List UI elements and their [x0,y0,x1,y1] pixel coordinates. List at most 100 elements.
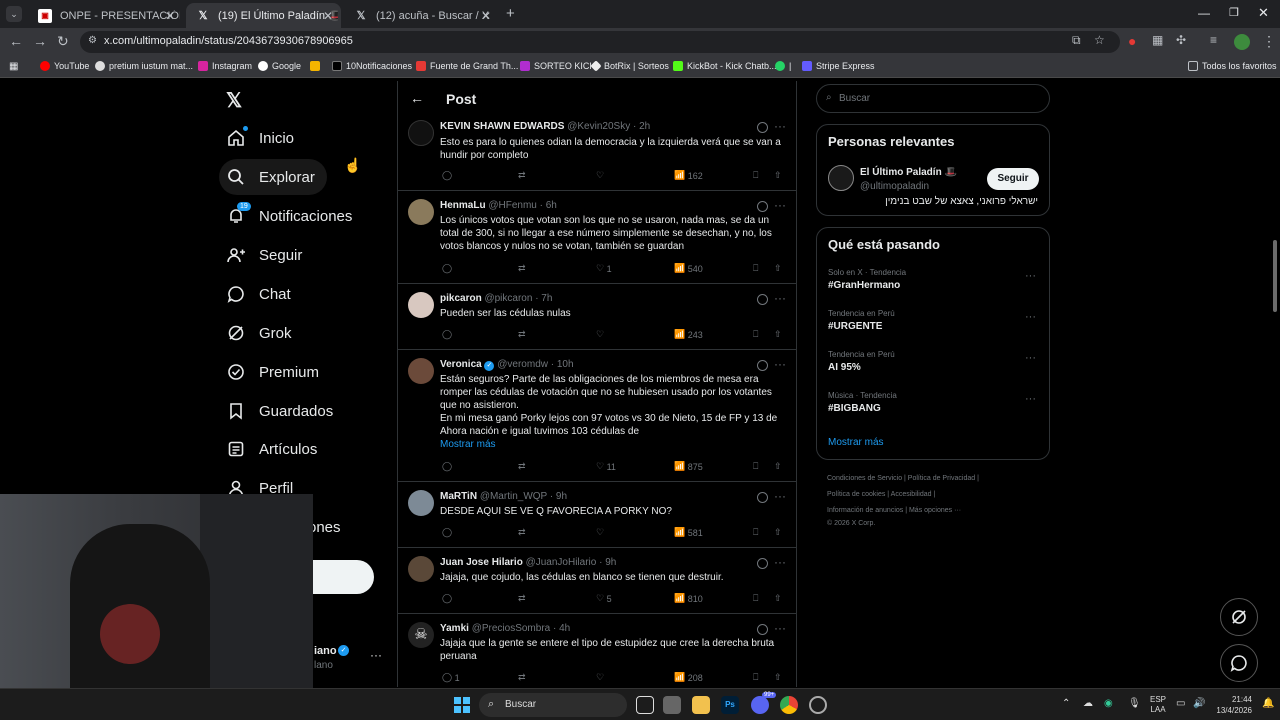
grok-explain-icon[interactable] [757,201,768,212]
reply-icon[interactable]: ◯ [442,170,452,181]
more-dots-icon[interactable]: ··· [774,555,786,569]
author-handle[interactable]: @pikcaron [484,293,532,304]
reply-tweet[interactable]: Veronica ✓ @veromdw · 10h ··· Están segu… [398,350,796,482]
nav-notifications[interactable]: Notificaciones 19 [219,198,352,234]
tray-icon[interactable]: ☁ [1083,698,1093,709]
bookmark-icon[interactable]: ⎕ [753,672,758,683]
tab-onpe[interactable]: ▣ ONPE - PRESENTACIÓN DE RES ✕ [28,3,183,28]
grok-explain-icon[interactable] [757,558,768,569]
reply-icon[interactable]: ◯ [442,329,452,340]
bookmark-icon[interactable]: ⎕ [753,263,758,274]
messages-fab-button[interactable] [1220,644,1258,682]
reply-tweet[interactable]: pikcaron @pikcaron · 7h ··· Pueden ser l… [398,284,796,350]
retweet-icon[interactable]: ⇄ [518,170,526,181]
site-info-icon[interactable]: ⚙ [88,35,97,46]
tweet-time[interactable]: · 4h [553,623,570,634]
author-handle[interactable]: @JuanJoHilario [526,557,597,568]
author-handle[interactable]: @Martin_WQP [480,491,547,502]
like-icon[interactable]: ♡ [596,527,604,538]
like-icon[interactable]: ♡ 11 [596,461,616,472]
show-hidden-icons[interactable]: ⌃ [1062,698,1070,709]
close-tab-icon[interactable]: ✕ [165,9,175,23]
avatar[interactable] [408,490,434,516]
more-dots-icon[interactable]: ··· [1025,311,1036,323]
bookmark-instagram[interactable]: Instagram [198,61,252,71]
bookmark-icon[interactable]: ⎕ [753,170,758,181]
nav-premium[interactable]: Premium [219,354,319,390]
author-handle[interactable]: @Kevin20Sky [567,121,630,132]
like-icon[interactable]: ♡ 1 [596,263,612,274]
reading-list-icon[interactable]: ≡ [1210,33,1217,47]
reply-icon[interactable]: ◯ [442,593,452,604]
reply-icon[interactable]: ◯ [442,461,452,472]
grok-explain-icon[interactable] [757,624,768,635]
bookmark-icon[interactable]: ⎕ [753,527,758,538]
clock[interactable]: 21:44 13/4/2026 [1212,694,1252,716]
more-dots-icon[interactable]: ··· [1025,352,1036,364]
discord-icon[interactable] [751,696,769,714]
more-dots-icon[interactable]: ··· [1025,270,1036,282]
more-dots-icon[interactable]: ··· [774,119,786,133]
profile-avatar[interactable] [1234,34,1250,50]
nav-follow[interactable]: Seguir [219,237,302,273]
microphone-icon[interactable]: 🎙 [1128,698,1141,709]
bookmark-botrix[interactable]: BotRix | Sorteos [590,60,669,72]
network-icon[interactable]: ▭ [1176,698,1185,709]
extension-icon[interactable]: ▦ [1152,33,1163,47]
tweet-time[interactable]: · 9h [599,557,616,568]
like-icon[interactable]: ♡ 5 [596,593,612,604]
x-logo-icon[interactable]: 𝕏 [226,88,242,113]
bookmark-icon[interactable]: ⎕ [753,329,758,340]
views-icon[interactable]: 📶 581 [674,527,703,538]
apps-grid-icon[interactable]: ▦ [9,61,18,72]
like-icon[interactable]: ♡ [596,329,604,340]
volume-icon[interactable]: 🔊 [1193,698,1205,709]
views-icon[interactable]: 📶 208 [674,672,703,683]
tweet-time[interactable]: · 10h [551,359,574,370]
bookmark-youtube[interactable]: YouTube [40,61,89,71]
install-app-icon[interactable]: ⧉ [1072,33,1081,48]
nav-home[interactable]: Inicio [219,120,294,156]
avatar[interactable] [408,120,434,146]
share-icon[interactable]: ⇧ [774,461,782,472]
author-name[interactable]: KEVIN SHAWN EDWARDS [440,121,564,132]
show-more-link[interactable]: Mostrar más [828,437,884,448]
page-scrollbar[interactable] [1272,82,1278,686]
nav-chat[interactable]: Chat [219,276,291,312]
retweet-icon[interactable]: ⇄ [518,329,526,340]
more-dots-icon[interactable]: ··· [774,621,786,635]
reply-tweet[interactable]: KEVIN SHAWN EDWARDS @Kevin20Sky · 2h ···… [398,117,796,191]
avatar[interactable] [828,165,854,191]
author-handle[interactable]: @veromdw [497,359,548,370]
tab-list-button[interactable]: ⌄ [6,6,22,22]
reload-icon[interactable]: ↻ [57,33,69,50]
author-name[interactable]: Yamki [440,623,469,634]
more-dots-icon[interactable]: ··· [1025,393,1036,405]
views-icon[interactable]: 📶 162 [674,170,703,181]
extension-red-icon[interactable]: ● [1128,33,1136,49]
bookmark-icon[interactable]: ⎕ [753,461,758,472]
trend-item[interactable]: Solo en X · Tendencia #GranHermano [828,268,906,291]
like-icon[interactable]: ♡ [596,672,604,683]
more-dots-icon[interactable]: ··· [774,291,786,305]
avatar[interactable] [408,199,434,225]
trend-item[interactable]: Tendencia en Perú #URGENTE [828,309,895,332]
account-switcher[interactable]: iano ✓ lano ··· [300,644,390,674]
author-name[interactable]: Veronica [440,359,482,370]
bookmark-stripe[interactable]: Stripe Express [802,61,875,71]
retweet-icon[interactable]: ⇄ [518,672,526,683]
share-icon[interactable]: ⇧ [774,329,782,340]
grok-explain-icon[interactable] [757,360,768,371]
show-more-link[interactable]: Mostrar más [440,439,496,450]
all-bookmarks[interactable]: Todos los favoritos [1188,61,1277,71]
person-name[interactable]: El Último Paladín 🎩 [860,167,957,178]
share-icon[interactable]: ⇧ [774,170,782,181]
share-icon[interactable]: ⇧ [774,527,782,538]
skull-avatar[interactable]: ☠ [408,622,434,648]
tray-icon[interactable]: ◉ [1104,698,1113,709]
retweet-icon[interactable]: ⇄ [518,593,526,604]
reply-tweet[interactable]: HenmaLu @HFenmu · 6h ··· Los únicos voto… [398,191,796,284]
retweet-icon[interactable]: ⇄ [518,461,526,472]
back-arrow-icon[interactable]: ← [410,90,424,106]
language-indicator[interactable]: ESP LAA [1150,695,1166,715]
